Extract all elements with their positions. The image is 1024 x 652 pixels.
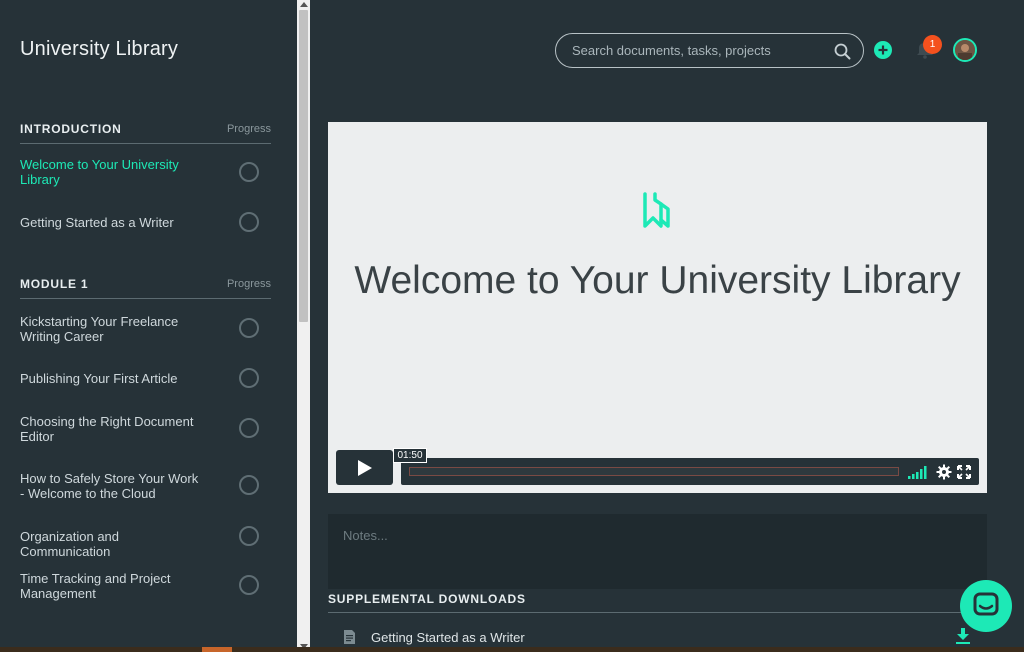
chat-icon bbox=[973, 592, 999, 616]
download-icon[interactable] bbox=[956, 628, 970, 644]
plus-icon bbox=[878, 45, 888, 55]
lesson-label: Organization and Communication bbox=[20, 529, 120, 559]
lesson-label: Kickstarting Your Freelance Writing Care… bbox=[20, 314, 179, 344]
search-box bbox=[555, 33, 864, 68]
time-tooltip: 01:50 bbox=[393, 448, 427, 463]
lesson-item-getting-started[interactable]: Getting Started as a Writer bbox=[20, 212, 271, 234]
chat-button[interactable] bbox=[960, 580, 1012, 632]
lesson-item-welcome[interactable]: Welcome to Your University Library bbox=[20, 156, 271, 190]
taskbar-strip bbox=[0, 647, 1024, 652]
video-control-bar bbox=[401, 458, 979, 485]
app-title: University Library bbox=[20, 38, 179, 60]
lesson-label: Welcome to Your University Library bbox=[20, 157, 179, 187]
progress-circle-icon bbox=[239, 475, 259, 495]
progress-circle-icon bbox=[239, 212, 259, 232]
progress-circle-icon bbox=[239, 575, 259, 595]
document-icon bbox=[344, 630, 355, 644]
progress-circle-icon bbox=[239, 418, 259, 438]
section-title: INTRODUCTION bbox=[20, 122, 122, 136]
lesson-item-cloud-storage[interactable]: How to Safely Store Your Work - Welcome … bbox=[20, 470, 271, 504]
downloads-header: SUPPLEMENTAL DOWNLOADS bbox=[328, 591, 987, 613]
lesson-item-organization[interactable]: Organization and Communication bbox=[20, 526, 271, 559]
search-input[interactable] bbox=[572, 34, 822, 67]
progress-column-label: Progress bbox=[226, 123, 271, 135]
lesson-label: Time Tracking and Project Management bbox=[20, 571, 171, 601]
notification-count-badge: 1 bbox=[923, 35, 942, 54]
progress-circle-icon bbox=[239, 162, 259, 182]
avatar-image bbox=[955, 40, 975, 60]
lesson-label: Publishing Your First Article bbox=[20, 371, 178, 386]
lesson-item-document-editor[interactable]: Choosing the Right Document Editor bbox=[20, 413, 271, 447]
section-header-introduction: INTRODUCTION Progress bbox=[20, 122, 271, 144]
lesson-item-publishing[interactable]: Publishing Your First Article bbox=[20, 368, 271, 390]
notes-input[interactable] bbox=[328, 514, 987, 589]
sidebar: University Library INTRODUCTION Progress… bbox=[0, 0, 297, 652]
settings-gear-icon[interactable] bbox=[936, 464, 952, 480]
progress-circle-icon bbox=[239, 318, 259, 338]
fullscreen-icon[interactable] bbox=[957, 465, 971, 479]
search-icon[interactable] bbox=[834, 43, 851, 60]
library-logo-icon bbox=[643, 192, 670, 228]
sidebar-scrollbar[interactable] bbox=[297, 0, 310, 652]
lesson-label: How to Safely Store Your Work - Welcome … bbox=[20, 471, 199, 501]
progress-circle-icon bbox=[239, 526, 259, 546]
taskbar-item[interactable] bbox=[202, 647, 232, 652]
lesson-label: Choosing the Right Document Editor bbox=[20, 414, 194, 444]
downloads-title: SUPPLEMENTAL DOWNLOADS bbox=[328, 592, 526, 606]
section-header-module-1: MODULE 1 Progress bbox=[20, 277, 271, 299]
user-avatar[interactable] bbox=[953, 38, 977, 62]
play-icon bbox=[358, 460, 372, 476]
seek-bar[interactable] bbox=[409, 467, 899, 476]
volume-icon[interactable] bbox=[908, 465, 930, 479]
section-title: MODULE 1 bbox=[20, 277, 89, 291]
scroll-up-arrow-icon[interactable] bbox=[300, 2, 308, 7]
download-label: Getting Started as a Writer bbox=[371, 630, 525, 645]
lesson-item-time-tracking[interactable]: Time Tracking and Project Management bbox=[20, 570, 271, 604]
video-player[interactable]: Welcome to Your University Library 01:50 bbox=[328, 122, 987, 493]
video-title: Welcome to Your University Library bbox=[354, 259, 961, 302]
progress-circle-icon bbox=[239, 368, 259, 388]
add-button[interactable] bbox=[874, 41, 892, 59]
scroll-thumb[interactable] bbox=[299, 10, 308, 322]
lesson-label: Getting Started as a Writer bbox=[20, 215, 174, 230]
play-button[interactable] bbox=[336, 450, 393, 485]
progress-column-label: Progress bbox=[226, 278, 271, 290]
lesson-item-kickstarting[interactable]: Kickstarting Your Freelance Writing Care… bbox=[20, 313, 271, 347]
